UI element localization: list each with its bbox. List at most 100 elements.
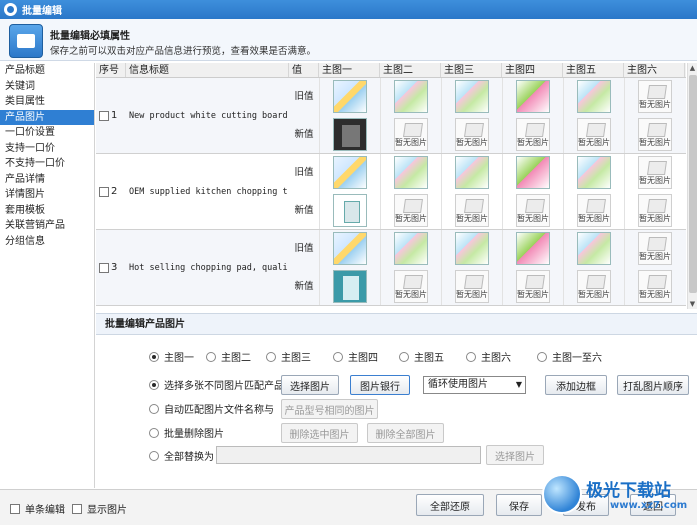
row-title[interactable]: OEM supplied kitchen chopping t... bbox=[126, 154, 289, 229]
old-image-thumbnail[interactable] bbox=[516, 232, 550, 266]
old-image-thumbnail[interactable] bbox=[577, 80, 611, 114]
replace-path-input[interactable] bbox=[216, 446, 481, 464]
no-image-placeholder[interactable]: 暂无图片 bbox=[516, 269, 550, 303]
no-image-placeholder[interactable]: 暂无图片 bbox=[638, 269, 672, 303]
image-choice-radio[interactable] bbox=[149, 351, 159, 362]
cycle-mode-select[interactable]: 循环使用图片 ▼ bbox=[423, 376, 526, 394]
no-image-placeholder[interactable]: 暂无图片 bbox=[638, 232, 672, 266]
replace-select-images-button[interactable]: 选择图片 bbox=[486, 445, 544, 465]
column-header[interactable]: 主图一 bbox=[319, 63, 380, 77]
no-image-placeholder[interactable]: 暂无图片 bbox=[638, 156, 672, 190]
column-header[interactable]: 主图六 bbox=[624, 63, 685, 77]
single-edit-box[interactable] bbox=[10, 503, 20, 514]
sidebar-item[interactable]: 套用模板 bbox=[0, 203, 94, 219]
table-row[interactable]: 1 New product white cutting board... 旧值 新值暂… bbox=[96, 78, 686, 154]
no-image-placeholder[interactable]: 暂无图片 bbox=[638, 117, 672, 151]
old-image-thumbnail[interactable] bbox=[455, 156, 489, 190]
row-checkbox[interactable] bbox=[99, 262, 109, 273]
new-image-thumbnail[interactable] bbox=[333, 193, 367, 227]
shuffle-images-button[interactable]: 打乱图片顺序 bbox=[617, 375, 689, 395]
column-header[interactable]: 值 bbox=[289, 63, 319, 77]
sidebar-item[interactable]: 详情图片 bbox=[0, 187, 94, 203]
sidebar-item[interactable]: 类目属性 bbox=[0, 94, 94, 110]
option-multi-match[interactable]: 选择多张不同图片匹配产品 bbox=[149, 377, 284, 392]
old-image-thumbnail[interactable] bbox=[516, 80, 550, 114]
row-checkbox[interactable] bbox=[99, 186, 109, 197]
new-image-thumbnail[interactable] bbox=[333, 117, 367, 151]
image-choice-option[interactable]: 主图四 bbox=[333, 349, 378, 364]
sidebar-item[interactable]: 关键词 bbox=[0, 79, 94, 95]
sidebar-item[interactable]: 不支持一口价 bbox=[0, 156, 94, 172]
no-image-placeholder[interactable]: 暂无图片 bbox=[455, 193, 489, 227]
row-title[interactable]: New product white cutting board... bbox=[126, 78, 289, 153]
select-images-button[interactable]: 选择图片 bbox=[281, 375, 339, 395]
new-image-thumbnail[interactable] bbox=[333, 269, 367, 303]
add-border-button[interactable]: 添加边框 bbox=[545, 375, 607, 395]
no-image-placeholder[interactable]: 暂无图片 bbox=[394, 193, 428, 227]
old-image-thumbnail[interactable] bbox=[333, 80, 367, 114]
sidebar-item[interactable]: 关联营销产品 bbox=[0, 218, 94, 234]
old-image-thumbnail[interactable] bbox=[577, 156, 611, 190]
old-image-thumbnail[interactable] bbox=[394, 156, 428, 190]
column-header[interactable]: 主图二 bbox=[380, 63, 441, 77]
column-header[interactable]: 序号 bbox=[96, 63, 126, 77]
no-image-placeholder[interactable]: 暂无图片 bbox=[516, 193, 550, 227]
image-choice-radio[interactable] bbox=[333, 351, 343, 362]
show-images-box[interactable] bbox=[72, 503, 82, 514]
row-checkbox[interactable] bbox=[99, 110, 109, 121]
sidebar-item[interactable]: 产品标题 bbox=[0, 63, 94, 79]
image-choice-radio[interactable] bbox=[537, 351, 547, 362]
delete-selected-button[interactable]: 删除选中图片 bbox=[281, 423, 358, 443]
sidebar-item[interactable]: 分组信息 bbox=[0, 234, 94, 250]
sidebar-item[interactable]: 产品详情 bbox=[0, 172, 94, 188]
old-image-thumbnail[interactable] bbox=[333, 156, 367, 190]
no-image-placeholder[interactable]: 暂无图片 bbox=[638, 80, 672, 114]
no-image-placeholder[interactable]: 暂无图片 bbox=[577, 269, 611, 303]
same-model-images-button[interactable]: 产品型号相同的图片 bbox=[281, 399, 378, 419]
image-choice-radio[interactable] bbox=[206, 351, 216, 362]
image-choice-radio[interactable] bbox=[466, 351, 476, 362]
radio-auto-match[interactable] bbox=[149, 403, 159, 414]
image-choice-option[interactable]: 主图六 bbox=[466, 349, 511, 364]
image-bank-button[interactable]: 图片银行 bbox=[350, 375, 410, 395]
no-image-placeholder[interactable]: 暂无图片 bbox=[394, 117, 428, 151]
old-image-thumbnail[interactable] bbox=[577, 232, 611, 266]
show-images-checkbox[interactable]: 显示图片 bbox=[72, 501, 127, 516]
scroll-thumb[interactable] bbox=[689, 75, 697, 293]
sidebar-item[interactable]: 一口价设置 bbox=[0, 125, 94, 141]
image-choice-option[interactable]: 主图一 bbox=[149, 349, 194, 364]
column-header[interactable]: 主图五 bbox=[563, 63, 624, 77]
no-image-placeholder[interactable]: 暂无图片 bbox=[455, 117, 489, 151]
scroll-up-icon[interactable]: ▲ bbox=[688, 63, 697, 73]
image-choice-option[interactable]: 主图五 bbox=[399, 349, 444, 364]
old-image-thumbnail[interactable] bbox=[394, 80, 428, 114]
no-image-placeholder[interactable]: 暂无图片 bbox=[394, 269, 428, 303]
no-image-placeholder[interactable]: 暂无图片 bbox=[638, 193, 672, 227]
row-title[interactable]: Hot selling chopping pad, quali... bbox=[126, 230, 289, 305]
old-image-thumbnail[interactable] bbox=[516, 156, 550, 190]
no-image-placeholder[interactable]: 暂无图片 bbox=[455, 269, 489, 303]
scroll-down-icon[interactable]: ▼ bbox=[688, 299, 697, 309]
table-row[interactable]: 2 OEM supplied kitchen chopping t... 旧值 新值暂… bbox=[96, 154, 686, 230]
delete-all-button[interactable]: 删除全部图片 bbox=[367, 423, 444, 443]
image-choice-radio[interactable] bbox=[399, 351, 409, 362]
restore-all-button[interactable]: 全部还原 bbox=[416, 494, 484, 516]
table-row[interactable]: 3 Hot selling chopping pad, quali... 旧值 新值暂… bbox=[96, 230, 686, 306]
image-choice-radio[interactable] bbox=[266, 351, 276, 362]
single-edit-checkbox[interactable]: 单条编辑 bbox=[10, 501, 65, 516]
old-image-thumbnail[interactable] bbox=[455, 232, 489, 266]
image-choice-option[interactable]: 主图二 bbox=[206, 349, 251, 364]
option-auto-match[interactable]: 自动匹配图片文件名称与 bbox=[149, 401, 274, 416]
vertical-scrollbar[interactable]: ▲ ▼ bbox=[687, 63, 697, 309]
save-button[interactable]: 保存 bbox=[496, 494, 542, 516]
radio-replace-all[interactable] bbox=[149, 450, 159, 461]
radio-multi-match[interactable] bbox=[149, 379, 159, 390]
no-image-placeholder[interactable]: 暂无图片 bbox=[577, 117, 611, 151]
column-header[interactable]: 主图四 bbox=[502, 63, 563, 77]
column-header[interactable]: 信息标题 bbox=[126, 63, 289, 77]
option-replace-all[interactable]: 全部替换为 bbox=[149, 448, 214, 463]
no-image-placeholder[interactable]: 暂无图片 bbox=[577, 193, 611, 227]
sidebar-item[interactable]: 支持一口价 bbox=[0, 141, 94, 157]
option-batch-delete[interactable]: 批量删除图片 bbox=[149, 425, 224, 440]
column-header[interactable]: 主图三 bbox=[441, 63, 502, 77]
